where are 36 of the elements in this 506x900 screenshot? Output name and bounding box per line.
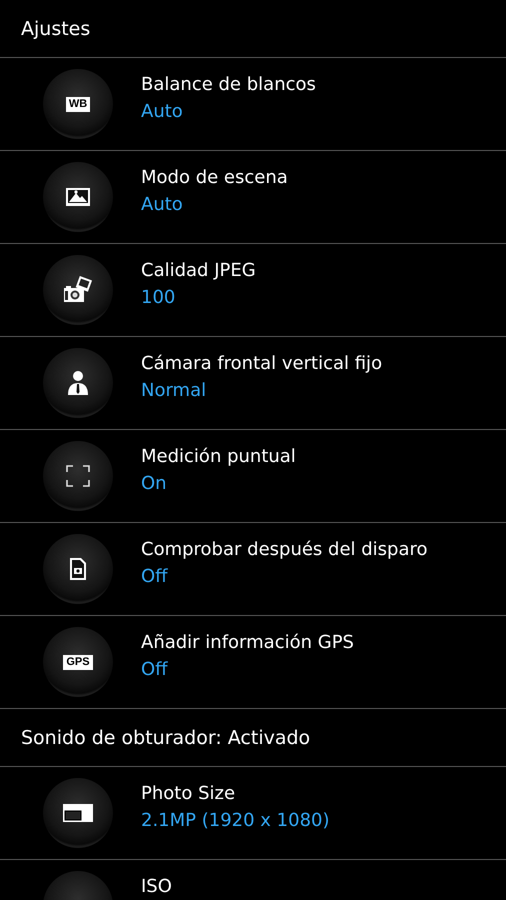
settings-row[interactable]: Cámara frontal vertical fijo Normal [0, 337, 506, 430]
setting-title: Añadir información GPS [141, 632, 354, 654]
setting-value: Auto [141, 101, 184, 123]
setting-value: Off [141, 659, 169, 681]
setting-value: Auto [141, 194, 184, 216]
setting-title: ISO [141, 876, 172, 898]
setting-value: 100 [141, 287, 176, 309]
section-title: Ajustes [21, 18, 90, 40]
setting-title: Balance de blancos [141, 74, 316, 96]
settings-row[interactable]: Comprobar después del disparo Off [0, 523, 506, 616]
photo-file-icon [69, 557, 87, 581]
settings-row[interactable]: Calidad JPEG 100 [0, 244, 506, 337]
setting-value: On [141, 473, 168, 495]
settings-row[interactable]: ISO [0, 860, 506, 900]
section-title: Sonido de obturador: Activado [21, 726, 310, 748]
setting-title: Calidad JPEG [141, 260, 256, 282]
landscape-icon [65, 187, 91, 207]
focus-frame-icon [66, 465, 90, 487]
badge-icon: WB [66, 96, 90, 112]
setting-value: Off [141, 566, 169, 588]
settings-row[interactable]: Photo Size 2.1MP (1920 x 1080) [0, 767, 506, 860]
setting-title: Photo Size [141, 783, 236, 805]
settings-row[interactable]: Medición puntual On [0, 430, 506, 523]
settings-row[interactable]: GPS Añadir información GPS Off [0, 616, 506, 709]
setting-title: Cámara frontal vertical fijo [141, 353, 382, 375]
settings-row[interactable]: WB Balance de blancos Auto [0, 58, 506, 151]
settings-row[interactable]: Modo de escena Auto [0, 151, 506, 244]
person-icon [67, 370, 89, 396]
setting-value: Normal [141, 380, 208, 402]
setting-title: Comprobar después del disparo [141, 539, 428, 561]
badge-icon: GPS [63, 654, 93, 670]
setting-value: 2.1MP (1920 x 1080) [141, 810, 330, 832]
photo-size-icon [63, 804, 93, 822]
setting-title: Modo de escena [141, 167, 288, 189]
camera-icon [62, 275, 94, 305]
setting-title: Medición puntual [141, 446, 296, 468]
